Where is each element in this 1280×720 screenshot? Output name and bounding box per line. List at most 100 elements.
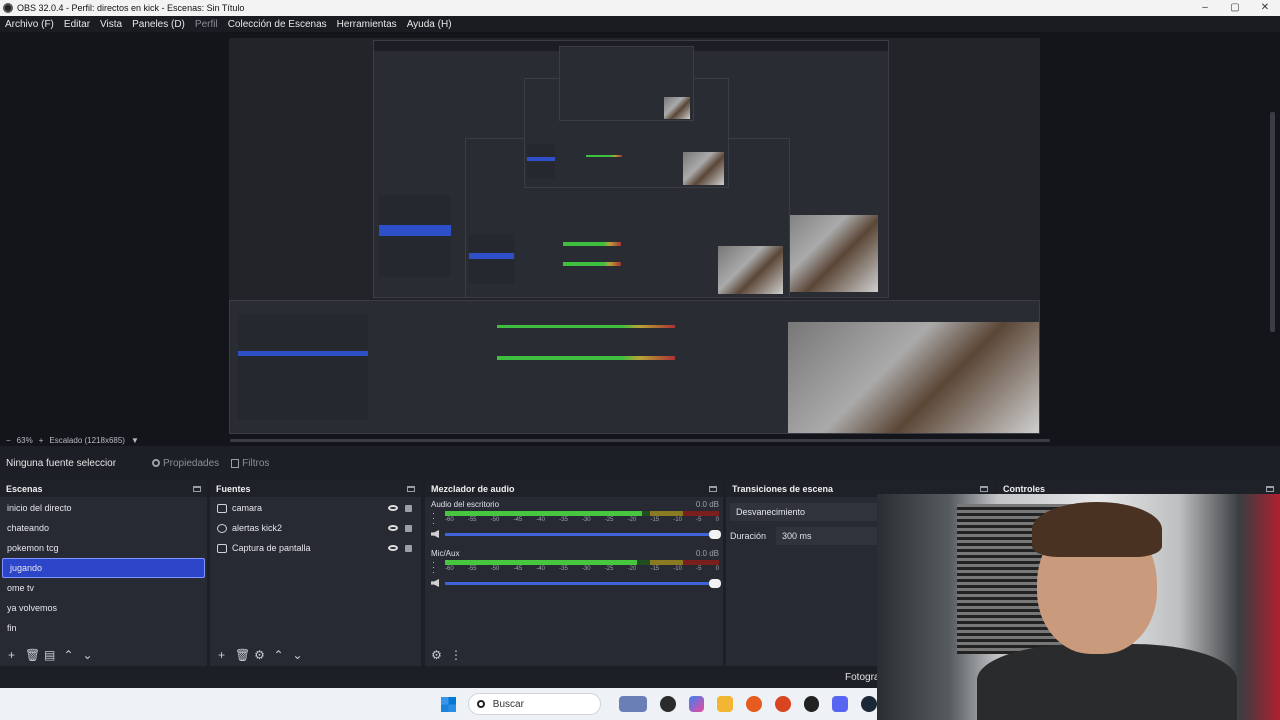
move-up-icon[interactable]: ⌃ — [273, 649, 284, 661]
eye-icon[interactable] — [388, 505, 398, 511]
nested-webcam-image — [774, 215, 878, 292]
browser-icon — [217, 523, 227, 533]
menu-herramientas[interactable]: Herramientas — [332, 19, 402, 30]
scale-label: Escalado (1218x685) — [49, 435, 125, 445]
mixer-channel-desktop: Audio del escritorio 0.0 dB · · · -60 -55 -5… — [425, 497, 723, 539]
meter-tick: -40 — [536, 566, 545, 572]
undock-icon[interactable] — [193, 485, 201, 492]
speaker-icon[interactable] — [431, 530, 439, 538]
app-icon[interactable] — [659, 696, 676, 712]
windows-start-icon[interactable] — [441, 696, 456, 712]
move-down-icon[interactable]: ⌄ — [292, 649, 303, 661]
volume-meter — [445, 560, 719, 565]
meter-ticks: -60 -55 -50 -45 -40 -35 -30 -25 -20 -15 -10 -5 0 — [445, 517, 719, 523]
move-up-icon[interactable]: ⌃ — [63, 649, 74, 661]
meter-tick: -10 — [673, 517, 682, 523]
source-label: Captura de pantalla — [232, 543, 311, 553]
scenes-dock: Escenas inicio del directo chateando pok… — [0, 480, 207, 666]
preview-scrollbar[interactable] — [1270, 32, 1275, 432]
undock-icon[interactable] — [407, 485, 415, 492]
scene-item[interactable]: inicio del directo — [0, 498, 207, 518]
scene-item[interactable]: fin — [0, 618, 207, 638]
discord-icon[interactable] — [832, 696, 849, 712]
scene-item[interactable]: ya volvemos — [0, 598, 207, 618]
menu-perfil[interactable]: Perfil — [190, 19, 223, 30]
zoom-plus-icon[interactable]: + — [39, 436, 44, 445]
meter-tick: -60 — [445, 517, 454, 523]
menu-archivo[interactable]: Archivo (F) — [0, 19, 59, 30]
obs-taskbar-icon[interactable] — [803, 696, 820, 712]
advanced-audio-icon[interactable]: ⚙ — [431, 649, 442, 661]
scene-item[interactable]: chateando — [0, 518, 207, 538]
meter-tick: -55 — [467, 517, 477, 523]
meter-segment — [650, 560, 684, 565]
remove-scene-icon[interactable]: 🗑 — [25, 649, 40, 661]
add-scene-icon[interactable]: + — [6, 649, 17, 661]
eye-icon[interactable] — [388, 545, 398, 551]
mixer-toolbar: ⚙ ⋮ — [425, 644, 723, 666]
source-item[interactable]: camara — [210, 498, 421, 518]
nested-docks-preview — [229, 300, 1040, 434]
volume-slider[interactable] — [445, 578, 721, 588]
file-explorer-icon[interactable] — [717, 696, 734, 712]
mixer-menu-icon[interactable]: ⋮ — [450, 649, 462, 661]
menu-ayuda[interactable]: Ayuda (H) — [402, 19, 457, 30]
speaker-icon[interactable] — [431, 579, 439, 587]
meter-tick: -40 — [536, 517, 545, 523]
preview-area[interactable] — [0, 32, 1280, 434]
obs-logo-icon — [3, 3, 13, 13]
minimize-icon[interactable]: – — [1190, 0, 1220, 16]
source-item[interactable]: Captura de pantalla — [210, 538, 421, 558]
menu-coleccion-escenas[interactable]: Colección de Escenas — [223, 19, 332, 30]
add-source-icon[interactable]: + — [216, 649, 227, 661]
meter-segment — [445, 560, 637, 565]
menu-vista[interactable]: Vista — [95, 19, 127, 30]
move-down-icon[interactable]: ⌄ — [82, 649, 93, 661]
meter-segment — [636, 560, 651, 565]
channel-menu-icon[interactable]: · · · — [432, 509, 435, 528]
selected-source-label: Ninguna fuente seleccionad — [6, 457, 116, 469]
source-label: camara — [232, 503, 263, 513]
remove-source-icon[interactable]: 🗑 — [235, 649, 250, 661]
volume-slider[interactable] — [445, 529, 721, 539]
audio-mixer-dock: Mezclador de audio Audio del escritorio … — [425, 480, 723, 666]
search-placeholder: Buscar — [492, 698, 524, 710]
lock-icon[interactable] — [405, 504, 412, 512]
scene-item[interactable]: pokemon tcg — [0, 538, 207, 558]
meter-tick: -30 — [581, 517, 591, 523]
scene-item-active[interactable]: jugando — [2, 558, 205, 578]
webcam-overlay-image — [877, 494, 1280, 720]
undock-icon[interactable] — [709, 485, 717, 492]
lock-icon[interactable] — [405, 524, 412, 532]
close-icon[interactable]: ✕ — [1250, 0, 1280, 16]
properties-button[interactable]: Propiedades — [152, 458, 219, 469]
zoom-percent: 63% — [16, 435, 33, 445]
meter-tick: -15 — [650, 566, 660, 572]
source-properties-icon[interactable]: ⚙ — [254, 649, 265, 661]
menu-editar[interactable]: Editar — [59, 19, 95, 30]
menu-paneles[interactable]: Paneles (D) — [127, 19, 190, 30]
meter-tick: 0 — [715, 517, 719, 523]
filters-button[interactable]: Filtros — [231, 458, 269, 469]
widget-icon[interactable] — [619, 696, 647, 712]
scene-filters-icon[interactable]: ▤ — [44, 649, 55, 661]
maximize-icon[interactable]: ▢ — [1220, 0, 1250, 16]
fps-label: Fotogra — [845, 672, 880, 683]
scale-dropdown-icon[interactable]: ▼ — [131, 436, 139, 445]
steam-icon[interactable] — [861, 696, 877, 712]
taskbar-search[interactable]: Buscar — [467, 693, 602, 715]
channel-menu-icon[interactable]: · · · — [432, 558, 435, 577]
source-item[interactable]: alertas kick2 — [210, 518, 421, 538]
preview-horizontal-scrollbar[interactable] — [230, 439, 1050, 442]
lock-icon[interactable] — [405, 544, 412, 552]
eye-icon[interactable] — [388, 525, 398, 531]
zoom-minus-icon[interactable]: − — [6, 436, 11, 445]
scene-item[interactable]: ome tv — [0, 578, 207, 598]
preview-canvas[interactable] — [229, 38, 1040, 434]
browser-app-icon[interactable] — [774, 696, 791, 712]
firefox-icon[interactable] — [746, 696, 762, 712]
meter-tick: -5 — [696, 566, 702, 572]
undock-icon[interactable] — [980, 485, 988, 492]
copilot-icon[interactable] — [688, 696, 705, 712]
undock-icon[interactable] — [1266, 485, 1274, 492]
